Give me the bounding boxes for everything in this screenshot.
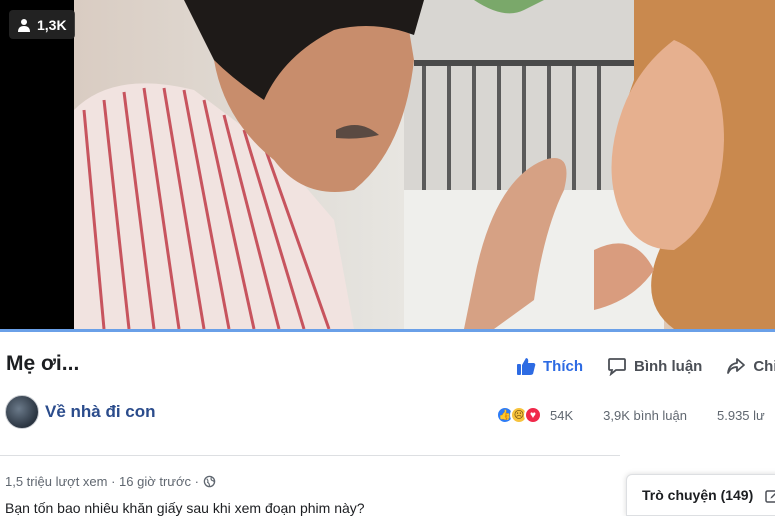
reaction-icons[interactable]: 👍 ☹ ♥ <box>496 406 542 424</box>
comment-label: Bình luận <box>634 357 703 375</box>
share-label: Chia <box>753 357 775 375</box>
page-avatar[interactable] <box>5 395 39 429</box>
views-time: 1,5 triệu lượt xem · 16 giờ trước · <box>5 474 199 489</box>
comment-button[interactable]: Bình luận <box>607 356 702 376</box>
video-title: Mẹ ơi... <box>6 352 80 375</box>
page-name-link[interactable]: Về nhà đi con <box>45 402 156 422</box>
video-player[interactable]: 1,3K <box>0 0 775 329</box>
thumbs-up-icon <box>517 358 536 375</box>
comment-icon <box>608 358 626 376</box>
compose-icon[interactable] <box>765 488 775 503</box>
like-label: Thích <box>543 357 583 375</box>
share-icon <box>727 358 746 374</box>
post-description: Bạn tốn bao nhiêu khăn giấy sau khi xem … <box>5 500 365 516</box>
video-frame[interactable] <box>74 0 775 329</box>
action-bar: Thích Bình luận Chia <box>516 352 775 380</box>
comment-count[interactable]: 3,9K bình luận <box>603 408 687 423</box>
love-reaction-icon: ♥ <box>524 406 542 424</box>
chat-label: Trò chuyện (149) <box>642 487 754 503</box>
divider <box>0 455 620 456</box>
video-progress-bar[interactable] <box>0 329 775 332</box>
person-icon <box>18 18 30 32</box>
viewer-count: 1,3K <box>37 16 67 33</box>
like-button[interactable]: Thích <box>516 356 583 376</box>
globe-icon <box>203 475 216 488</box>
reaction-count[interactable]: 54K <box>550 408 573 423</box>
engagement-stats: 👍 ☹ ♥ 54K 3,9K bình luận 5.935 lư <box>496 406 765 424</box>
share-count[interactable]: 5.935 lư <box>717 408 765 423</box>
video-scene-image <box>74 0 775 329</box>
live-viewer-badge: 1,3K <box>9 10 75 39</box>
page-info: Về nhà đi con <box>5 395 156 429</box>
share-button[interactable]: Chia <box>726 356 775 376</box>
post-meta: 1,5 triệu lượt xem · 16 giờ trước · <box>5 474 216 489</box>
chat-tab[interactable]: Trò chuyện (149) <box>626 474 775 516</box>
